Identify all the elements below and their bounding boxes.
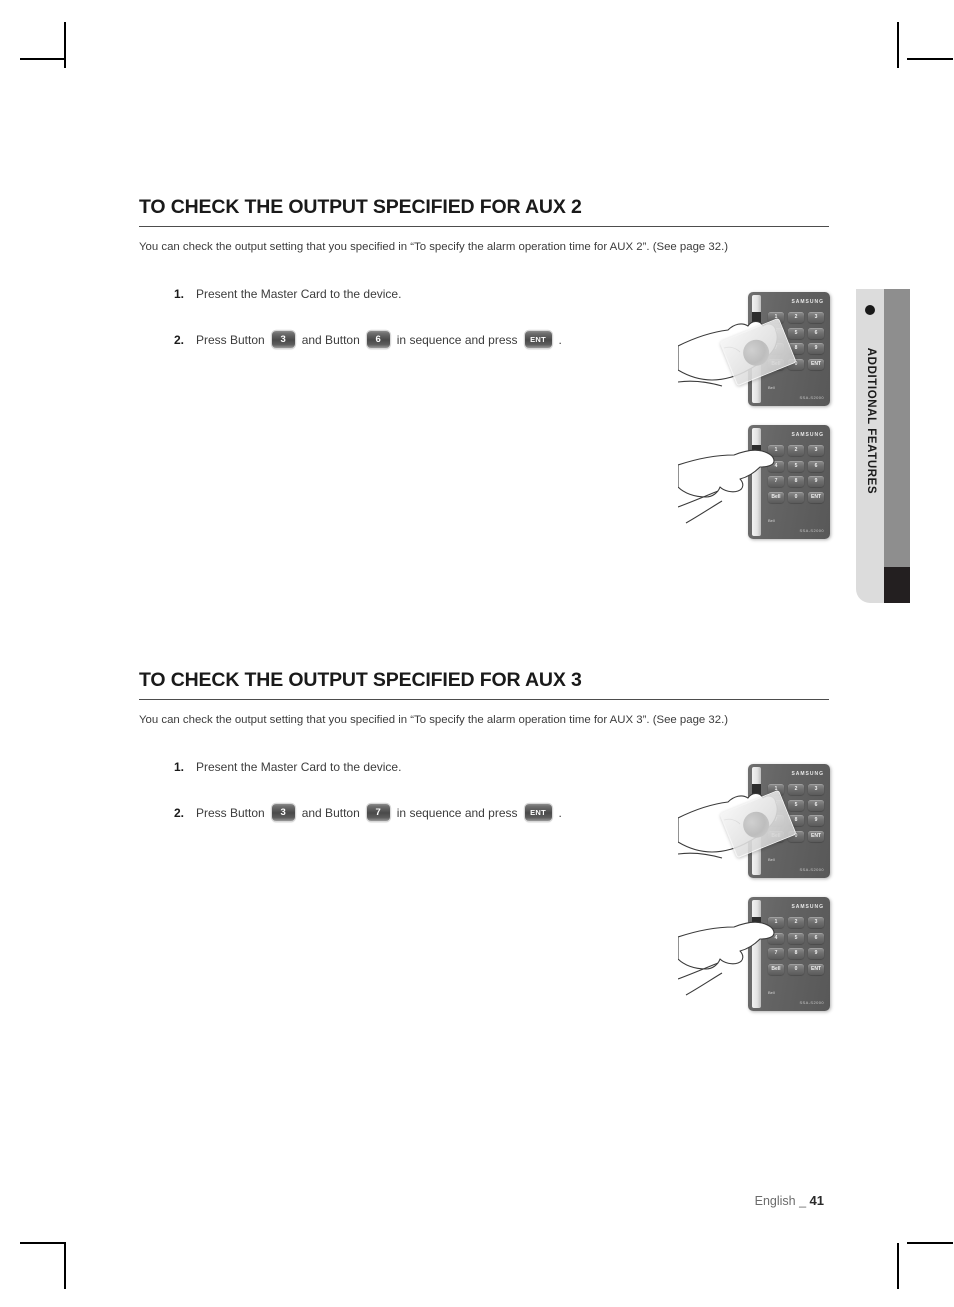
step-number: 1. — [174, 286, 185, 301]
footer-language: English _ — [754, 1194, 807, 1208]
hand-pointing-illustration — [678, 449, 775, 524]
step-text-fragment: . — [558, 332, 562, 347]
step-text-fragment: and Button — [301, 332, 360, 347]
step-text-fragment: Present the Master Card to the device. — [196, 759, 402, 774]
step-text-fragment: Present the Master Card to the device. — [196, 286, 402, 301]
page-footer: English _ 41 — [0, 1193, 824, 1208]
page-content: TO CHECK THE OUTPUT SPECIFIED FOR AUX 2 … — [0, 0, 954, 1307]
enter-button-icon: ENT — [524, 804, 552, 822]
illustration-press-keypad-button: SAMSUNG 1 2 3 4 5 6 7 8 9 Bell 0 ENT Bel… — [678, 893, 838, 1015]
step-text-fragment: and Button — [301, 805, 360, 820]
page-title: TO CHECK THE OUTPUT SPECIFIED FOR AUX 2 — [139, 196, 582, 218]
step-body: Present the Master Card to the device. — [196, 287, 404, 301]
keypad-button-icon: 7 — [366, 804, 390, 822]
step-number: 1. — [174, 759, 185, 774]
enter-button-icon: ENT — [524, 331, 552, 349]
step-text-fragment: Press Button — [196, 332, 265, 347]
step-number: 2. — [174, 332, 185, 347]
section-tab-additional-features: ADDITIONAL FEATURES — [856, 289, 910, 603]
keypad-button-icon: 6 — [366, 331, 390, 349]
step-body: Present the Master Card to the device. — [196, 760, 404, 774]
illustration-press-keypad-button: SAMSUNG 1 2 3 4 5 6 7 8 9 Bell 0 ENT Bel… — [678, 421, 838, 543]
step-text-fragment: in sequence and press — [396, 332, 518, 347]
step-text-fragment: in sequence and press — [396, 805, 518, 820]
tab-label: ADDITIONAL FEATURES — [865, 347, 877, 495]
footer-page-number: 41 — [809, 1193, 824, 1208]
step-text-fragment: Press Button — [196, 805, 265, 820]
keypad-button-icon: 3 — [271, 331, 295, 349]
section-intro: You can check the output setting that yo… — [139, 714, 729, 727]
card-logo-icon — [739, 335, 774, 370]
illustration-present-master-card: SAMSUNG 1 2 3 4 5 6 7 8 9 Bell 0 ENT Bel… — [678, 288, 838, 410]
step-text-fragment: . — [558, 805, 562, 820]
step-body: Press Button 3 and Button 6 in sequence … — [196, 331, 565, 349]
page-title: TO CHECK THE OUTPUT SPECIFIED FOR AUX 3 — [139, 669, 582, 691]
hand-pointing-illustration — [678, 921, 775, 996]
keypad-button-icon: 3 — [271, 804, 295, 822]
tab-dark-panel — [884, 567, 910, 603]
step-body: Press Button 3 and Button 7 in sequence … — [196, 804, 565, 822]
illustration-present-master-card: SAMSUNG 1 2 3 4 5 6 7 8 9 Bell 0 ENT Bel… — [678, 760, 838, 882]
card-logo-icon — [739, 807, 774, 842]
section-intro: You can check the output setting that yo… — [139, 241, 729, 254]
step-number: 2. — [174, 805, 185, 820]
tab-mid-panel — [884, 289, 910, 567]
title-divider — [139, 699, 829, 701]
title-divider — [139, 226, 829, 228]
